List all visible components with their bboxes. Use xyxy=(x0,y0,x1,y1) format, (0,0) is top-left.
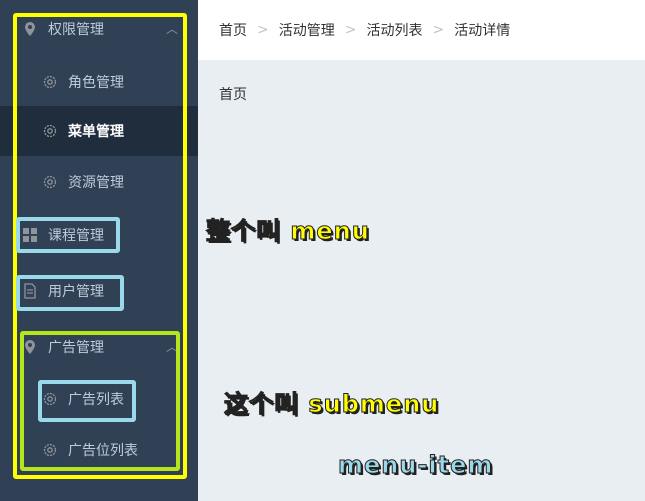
annotation-text-submenu: 这个叫 submenu xyxy=(223,390,440,419)
annotation-box-menu-item xyxy=(16,275,124,311)
chevron-right-icon: > xyxy=(344,22,357,38)
annotation-box-menu-item xyxy=(38,380,136,422)
chevron-right-icon: > xyxy=(432,22,445,38)
page-title: 首页 xyxy=(219,87,247,103)
annotation-text-menu: 整个叫 menu xyxy=(206,217,370,246)
breadcrumb-item-activity-detail: 活动详情 xyxy=(454,23,511,39)
annotation-text-menu-item: menu-item xyxy=(337,451,494,480)
header: 首页 > 活动管理 > 活动列表 > 活动详情 xyxy=(198,0,645,60)
breadcrumb: 首页 > 活动管理 > 活动列表 > 活动详情 xyxy=(219,20,510,40)
breadcrumb-item-home[interactable]: 首页 xyxy=(219,20,247,40)
breadcrumb-item-activity-list[interactable]: 活动列表 xyxy=(366,20,422,40)
annotation-box-menu-item xyxy=(16,217,120,253)
breadcrumb-item-activity-management[interactable]: 活动管理 xyxy=(279,20,335,40)
chevron-right-icon: > xyxy=(257,22,269,38)
